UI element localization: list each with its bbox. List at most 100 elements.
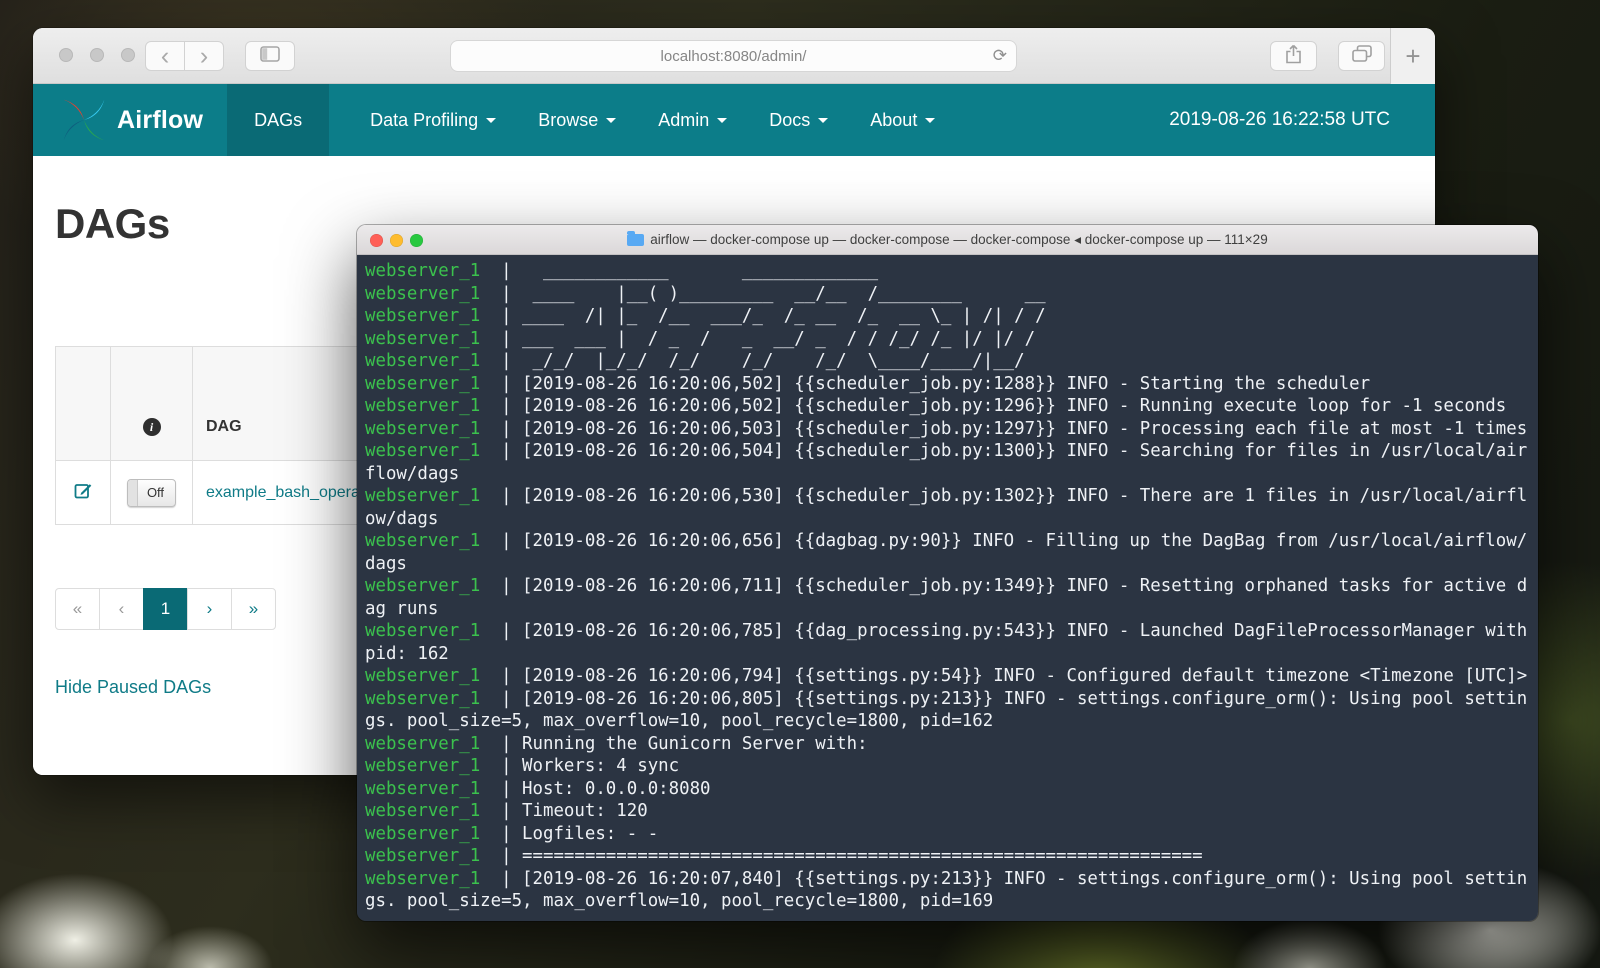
airflow-brand: Airflow <box>117 106 203 135</box>
service-name: webserver_1 <box>365 756 480 776</box>
tab-overview-button[interactable] <box>1338 41 1385 71</box>
airflow-navbar: Airflow DAGs Data Profiling Browse Admin… <box>33 84 1435 156</box>
sidebar-toggle-button[interactable] <box>245 41 295 71</box>
log-text: | ======================================… <box>480 846 1202 866</box>
log-text: | [2019-08-26 16:20:06,805] {{settings.p… <box>365 689 1527 732</box>
service-name: webserver_1 <box>365 329 480 349</box>
log-text: | [2019-08-26 16:20:06,794] {{settings.p… <box>480 666 1527 686</box>
terminal-line: webserver_1 | ==========================… <box>365 845 1532 868</box>
share-button[interactable] <box>1270 41 1317 71</box>
nav-item-label: Browse <box>538 110 598 131</box>
sidebar-icon <box>260 46 280 67</box>
close-button[interactable] <box>59 48 73 62</box>
utc-clock: 2019-08-26 16:22:58 UTC <box>1169 109 1390 131</box>
back-button[interactable]: ‹ <box>145 41 185 71</box>
log-text: | [2019-08-26 16:20:06,502] {{scheduler_… <box>480 396 1506 416</box>
service-name: webserver_1 <box>365 531 480 551</box>
log-text: | ____ /| |_ /__ ___/_ /_ __ /_ __ \_ | … <box>480 306 1045 326</box>
edit-dag-icon[interactable] <box>74 487 93 504</box>
service-name: webserver_1 <box>365 419 480 439</box>
log-text: | Host: 0.0.0.0:8080 <box>480 779 710 799</box>
toggle-cell: Off <box>111 461 193 525</box>
zoom-button[interactable] <box>410 234 423 247</box>
minimize-button[interactable] <box>390 234 403 247</box>
log-text: | [2019-08-26 16:20:06,785] {{dag_proces… <box>365 621 1538 664</box>
close-button[interactable] <box>370 234 383 247</box>
terminal-output: webserver_1 | ____________ _____________… <box>365 260 1532 913</box>
terminal-line: webserver_1 | [2019-08-26 16:20:06,794] … <box>365 665 1532 688</box>
folder-icon <box>627 234 644 246</box>
chevron-down-icon <box>925 118 935 123</box>
nav-item-about[interactable]: About <box>849 84 956 156</box>
log-text: | [2019-08-26 16:20:06,504] {{scheduler_… <box>365 441 1527 484</box>
terminal-line: webserver_1 | ____________ _____________ <box>365 260 1532 283</box>
terminal-line: webserver_1 | [2019-08-26 16:20:07,840] … <box>365 868 1532 913</box>
service-name: webserver_1 <box>365 779 480 799</box>
terminal-line: webserver_1 | Host: 0.0.0.0:8080 <box>365 778 1532 801</box>
terminal-title: airflow — docker-compose up — docker-com… <box>627 232 1267 248</box>
terminal-line: webserver_1 | ____ /| |_ /__ ___/_ /_ __… <box>365 305 1532 328</box>
terminal-line: webserver_1 | ____ |__( )_________ __/__… <box>365 283 1532 306</box>
log-text: | Workers: 4 sync <box>480 756 679 776</box>
service-name: webserver_1 <box>365 869 480 889</box>
pagination-prev[interactable]: ‹ <box>99 588 144 630</box>
page-title: DAGs <box>55 200 170 248</box>
forward-button[interactable]: › <box>184 41 224 71</box>
info-column-header: i <box>111 347 193 461</box>
log-text: | [2019-08-26 16:20:07,840] {{settings.p… <box>365 869 1527 912</box>
log-text: | [2019-08-26 16:20:06,711] {{scheduler_… <box>365 576 1527 619</box>
pagination-next[interactable]: › <box>187 588 232 630</box>
service-name: webserver_1 <box>365 846 480 866</box>
log-text: | [2019-08-26 16:20:06,530] {{scheduler_… <box>365 486 1527 529</box>
terminal-title-text: airflow — docker-compose up — docker-com… <box>650 232 1267 248</box>
log-text: | Running the Gunicorn Server with: <box>480 734 867 754</box>
chevron-down-icon <box>606 118 616 123</box>
terminal-line: webserver_1 | Logfiles: - - <box>365 823 1532 846</box>
new-tab-button[interactable]: + <box>1390 28 1435 84</box>
terminal-line: webserver_1 | [2019-08-26 16:20:06,656] … <box>365 530 1532 575</box>
chevron-down-icon <box>818 118 828 123</box>
terminal-line: webserver_1 | Timeout: 120 <box>365 800 1532 823</box>
terminal-body: webserver_1 | ____________ _____________… <box>357 255 1538 921</box>
log-text: | [2019-08-26 16:20:06,503] {{scheduler_… <box>480 419 1527 439</box>
log-text: | ____________ _____________ <box>480 261 878 281</box>
log-text: | ____ |__( )_________ __/__ /________ _… <box>480 284 1045 304</box>
nav-item-admin[interactable]: Admin <box>637 84 748 156</box>
log-text: | [2019-08-26 16:20:06,656] {{dagbag.py:… <box>365 531 1527 574</box>
refresh-icon[interactable]: ⟳ <box>993 46 1007 66</box>
nav-item-docs[interactable]: Docs <box>748 84 849 156</box>
terminal-line: webserver_1 | [2019-08-26 16:20:06,502] … <box>365 395 1532 418</box>
service-name: webserver_1 <box>365 441 480 461</box>
pagination: « ‹ 1 › » <box>55 588 276 630</box>
nav-item-label: Docs <box>769 110 810 131</box>
nav-item-dags[interactable]: DAGs <box>227 84 329 156</box>
terminal-line: webserver_1 | [2019-08-26 16:20:06,530] … <box>365 485 1532 530</box>
nav-item-label: Admin <box>658 110 709 131</box>
minimize-button[interactable] <box>90 48 104 62</box>
service-name: webserver_1 <box>365 824 480 844</box>
terminal-line: webserver_1 | Running the Gunicorn Serve… <box>365 733 1532 756</box>
service-name: webserver_1 <box>365 306 480 326</box>
nav-item-data-profiling[interactable]: Data Profiling <box>349 84 517 156</box>
toggle-label: Off <box>147 485 164 500</box>
nav-item-browse[interactable]: Browse <box>517 84 637 156</box>
service-name: webserver_1 <box>365 351 480 371</box>
address-bar-url: localhost:8080/admin/ <box>661 48 807 65</box>
pagination-page-1[interactable]: 1 <box>143 588 188 630</box>
terminal-titlebar: airflow — docker-compose up — docker-com… <box>357 225 1538 255</box>
airflow-logo-icon <box>61 97 107 143</box>
address-bar[interactable]: localhost:8080/admin/ ⟳ <box>450 40 1017 72</box>
edit-column-header <box>56 347 111 461</box>
terminal-line: webserver_1 | [2019-08-26 16:20:06,805] … <box>365 688 1532 733</box>
terminal-line: webserver_1 | _/_/ |_/_/ /_/ /_/ /_/ \__… <box>365 350 1532 373</box>
pagination-last[interactable]: » <box>231 588 276 630</box>
info-icon: i <box>143 418 161 436</box>
hide-paused-dags-link[interactable]: Hide Paused DAGs <box>55 677 211 698</box>
dag-link[interactable]: example_bash_operator <box>206 484 379 501</box>
terminal-line: webserver_1 | [2019-08-26 16:20:06,502] … <box>365 373 1532 396</box>
nav-item-label: DAGs <box>254 110 302 131</box>
nav-item-label: About <box>870 110 917 131</box>
dag-pause-toggle[interactable]: Off <box>127 479 176 507</box>
pagination-first[interactable]: « <box>55 588 100 630</box>
zoom-button[interactable] <box>121 48 135 62</box>
